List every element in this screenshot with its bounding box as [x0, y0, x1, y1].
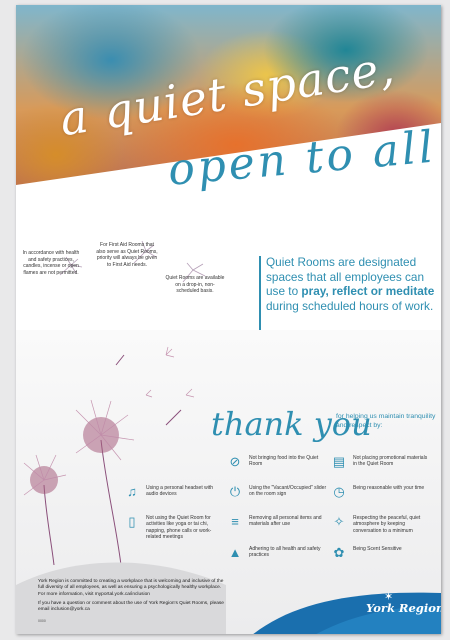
footer-text: York Region is committed to creating a w…	[38, 579, 228, 613]
poster: a quiet space, open to all In accordance…	[16, 5, 441, 634]
item-text: Respecting the peaceful, quiet atmospher…	[353, 515, 421, 534]
footer-paragraph-1: York Region is committed to creating a w…	[38, 579, 224, 597]
rule-first-aid: For First Aid Rooms that also serve as Q…	[96, 242, 158, 268]
item-text: Not bringing food into the Quiet Room	[249, 455, 319, 468]
divider-line	[259, 256, 261, 334]
intro-text-2: during scheduled hours of work.	[266, 298, 434, 313]
item-headset: ♫ Using a personal headset with audio dev…	[124, 485, 224, 499]
thank-you-subtitle: for helping us maintain tranquility and …	[336, 413, 436, 429]
item-text: Being reasonable with your time	[353, 485, 425, 491]
headset-icon: ♫	[127, 484, 137, 499]
print-code: 0000	[38, 619, 46, 623]
rule-no-flames: In accordance with health and safety pra…	[22, 250, 80, 276]
item-text: Not placing promotional materials in the…	[353, 455, 428, 468]
item-text: Removing all personal items and material…	[249, 515, 322, 528]
item-remove-items: ≡ Removing all personal items and materia…	[227, 515, 327, 529]
no-food-icon: ⊘	[229, 454, 241, 469]
no-phone-icon: ▯	[128, 514, 136, 529]
item-no-promotion: ▤ Not placing promotional materials in th…	[331, 455, 431, 469]
item-text: Using a personal headset with audio devi…	[146, 485, 213, 498]
clock-icon: ◷	[333, 484, 345, 499]
item-time: ◷ Being reasonable with your time	[331, 485, 431, 499]
item-vacant-slider: ⏻ Using the "Vacant/Occupied" slider on t…	[227, 485, 327, 499]
item-text: Using the "Vacant/Occupied" slider on th…	[249, 485, 327, 498]
item-no-activities: ▯ Not using the Quiet Room for activities…	[124, 515, 224, 540]
items-icon: ≡	[231, 514, 239, 529]
quiet-room-intro: Quiet Rooms are designated spaces that a…	[266, 255, 436, 313]
intro-emphasis: pray, reflect or meditate	[301, 284, 435, 298]
respect-icon: ✧	[333, 514, 345, 529]
rule-drop-in: Quiet Rooms are available on a drop-in, …	[165, 275, 225, 294]
item-text: Not using the Quiet Room for activities …	[146, 515, 212, 540]
item-no-food: ⊘ Not bringing food into the Quiet Room	[227, 455, 327, 469]
power-icon: ⏻	[229, 484, 241, 499]
no-promotion-icon: ▤	[332, 454, 346, 469]
york-region-logo: York Region	[366, 601, 441, 615]
footer-paragraph-2: If you have a question or comment about …	[38, 600, 224, 613]
item-respect-quiet: ✧ Respecting the peaceful, quiet atmosphe…	[331, 515, 431, 534]
